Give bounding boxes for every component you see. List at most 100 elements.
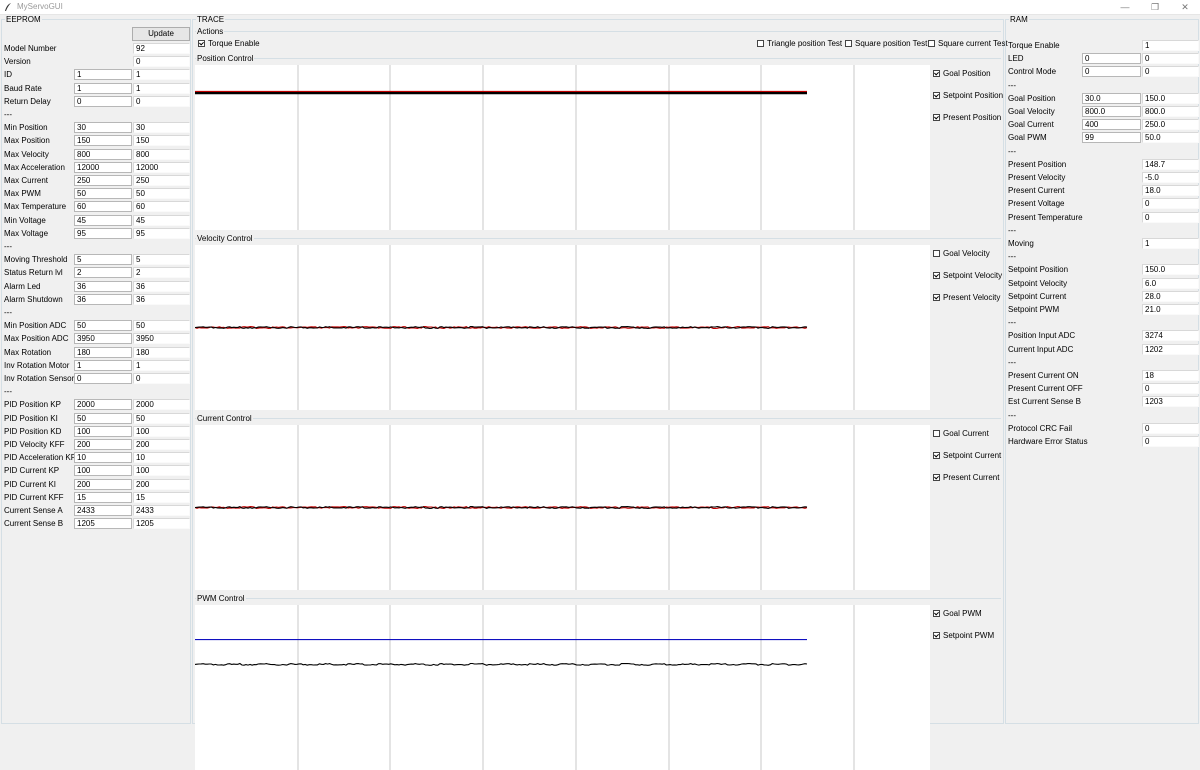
param-input[interactable]: 12000 [74,161,132,173]
param-label: LED [1008,54,1024,64]
param-input[interactable]: 2433 [74,505,132,516]
param-readout: 0 [1142,198,1199,210]
param-input[interactable]: 150 [74,135,132,147]
param-readout: 1203 [1142,396,1199,408]
param-readout: 92 [133,43,190,54]
param-row: Setpoint Position 150.0 [1008,264,1199,276]
param-label: Est Current Sense B [1008,397,1081,407]
param-input[interactable]: 0 [74,373,132,384]
param-readout: -5.0 [1142,172,1199,183]
param-input[interactable]: 36 [74,280,132,292]
trace-checkbox[interactable]: Goal PWM [933,609,982,619]
separator: --- [1008,252,1016,262]
separator: --- [1008,357,1016,367]
param-input[interactable]: 800.0 [1082,106,1141,117]
param-input[interactable]: 2000 [74,399,132,411]
param-input[interactable]: 30.0 [1082,92,1141,104]
param-label: PID Velocity KFF [4,440,65,449]
param-input[interactable]: 50 [74,320,132,332]
trace-plot [195,605,930,770]
param-input[interactable]: 1 [74,359,132,371]
trace-checkbox[interactable]: Goal Velocity [933,249,990,259]
trace-checkbox[interactable]: Present Current [933,473,999,483]
param-input[interactable]: 0 [1082,66,1141,78]
param-row: Max PWM 50 50 [4,188,190,200]
param-input[interactable]: 1205 [74,518,132,530]
param-input[interactable]: 99 [1082,132,1141,144]
param-input[interactable]: 180 [74,346,132,358]
trace-plot [195,245,930,410]
param-row: Version 0 [4,56,190,68]
param-input[interactable]: 200 [74,478,132,490]
param-input[interactable]: 95 [74,227,132,239]
param-input[interactable]: 50 [74,412,132,424]
plot-panel: Position Control Goal Position Setpoint Po… [195,54,1003,230]
param-label: Inv Rotation Motor [4,360,70,370]
param-label: Hardware Error Status [1008,437,1088,446]
param-readout: 100 [133,425,190,437]
maximize-icon[interactable]: ❐ [1140,0,1170,14]
checkbox-icon [933,272,940,280]
square-position-test-checkbox[interactable]: Square position Test [845,39,927,49]
param-input[interactable]: 0 [74,95,132,107]
close-icon[interactable]: ✕ [1170,0,1200,14]
param-input[interactable]: 0 [1082,53,1141,65]
param-label: Min Voltage [4,215,46,225]
param-row: Inv Rotation Sensor 0 0 [4,373,190,385]
param-input[interactable]: 5 [74,254,132,266]
param-input[interactable]: 800 [74,148,132,160]
param-row: Min Position ADC 50 50 [4,320,190,332]
param-row: Present Temperature 0 [1008,211,1199,224]
param-label: Baud Rate [4,83,42,93]
param-readout: 0 [133,56,190,68]
param-input[interactable]: 100 [74,425,132,437]
checkbox-icon [933,114,940,122]
param-label: Setpoint Velocity [1008,278,1068,288]
param-label: Max Acceleration [4,162,65,172]
param-row: PID Position KP 2000 2000 [4,399,190,411]
param-input[interactable]: 15 [74,491,132,503]
param-input[interactable]: 1 [74,69,132,81]
param-input[interactable]: 30 [74,122,132,134]
param-input[interactable]: 60 [74,201,132,213]
param-input[interactable]: 1 [74,82,132,94]
update-button[interactable]: Update [132,27,190,41]
trace-checkbox[interactable]: Setpoint PWM [933,631,994,641]
param-input[interactable]: 36 [74,293,132,305]
square-current-test-checkbox[interactable]: Square current Test [928,39,1008,49]
torque-enable-checkbox[interactable]: Torque Enable [198,39,260,49]
trace-checkbox[interactable]: Present Velocity [933,293,1000,303]
param-input[interactable]: 10 [74,452,132,464]
param-label: Goal Current [1008,120,1054,130]
param-input[interactable]: 250 [74,175,132,186]
checkbox-icon [933,610,940,618]
param-input[interactable]: 200 [74,439,132,450]
param-readout: 36 [133,280,190,292]
param-input[interactable]: 3950 [74,333,132,345]
param-readout: 0 [1142,383,1199,395]
param-input[interactable]: 45 [74,214,132,226]
param-readout: 18.0 [1142,185,1199,197]
trace-panel: TRACE Actions Torque Enable Triangle pos… [192,15,1008,770]
checkbox-icon [198,40,205,48]
trace-checkbox[interactable]: Goal Current [933,429,989,439]
param-input[interactable]: 400 [1082,119,1141,131]
minimize-icon[interactable]: — [1110,0,1140,14]
param-row: Inv Rotation Motor 1 1 [4,359,190,372]
trace-checkbox[interactable]: Goal Position [933,69,991,79]
param-label: Max Current [4,176,49,185]
trace-checkbox[interactable]: Setpoint Position [933,91,1003,101]
param-readout: 50 [133,412,190,424]
trace-checkbox[interactable]: Setpoint Current [933,451,1001,461]
trace-checkbox[interactable]: Setpoint Velocity [933,271,1002,281]
param-label: Present Velocity [1008,173,1066,182]
param-input[interactable]: 100 [74,465,132,477]
param-input[interactable]: 50 [74,188,132,200]
param-input[interactable]: 2 [74,267,132,279]
plot-background [195,65,930,230]
plot-panel: Velocity Control Goal Velocity Setpoint Ve… [195,234,1002,410]
param-row: Setpoint PWM 21.0 [1008,304,1199,316]
triangle-position-test-checkbox[interactable]: Triangle position Test [757,39,842,49]
trace-checkbox[interactable]: Present Position [933,113,1001,123]
checkbox-icon [933,250,940,258]
